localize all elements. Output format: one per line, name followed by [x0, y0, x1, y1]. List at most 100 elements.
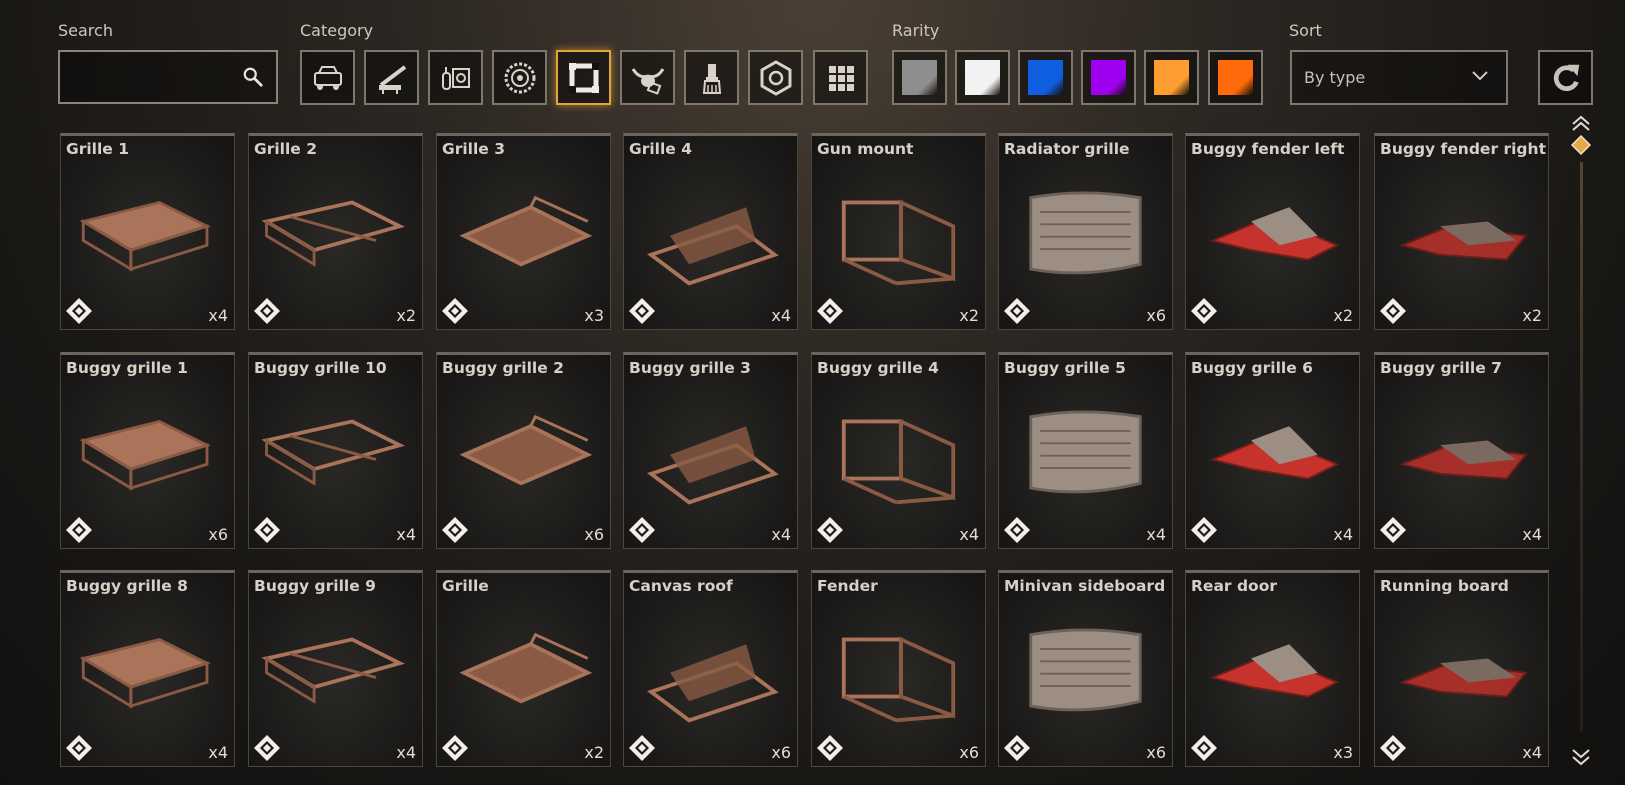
item-card[interactable]: Minivan sideboard x6	[998, 570, 1173, 767]
item-name: Grille 1	[66, 140, 129, 158]
rarity-filter-epic[interactable]	[1081, 50, 1136, 105]
category-filter-cannon[interactable]	[364, 50, 419, 105]
item-card[interactable]: Grille 1 x4	[60, 133, 235, 330]
part-type-icon	[629, 517, 655, 543]
rarity-filter-legendary[interactable]	[1144, 50, 1199, 105]
category-label: Category	[300, 21, 374, 40]
item-name: Grille 2	[254, 140, 317, 158]
item-card[interactable]: Rear door x3	[1185, 570, 1360, 767]
rarity-swatch-common	[902, 60, 937, 95]
category-filter-engine-parts[interactable]	[428, 50, 483, 105]
item-image	[79, 419, 211, 491]
item-card[interactable]: Buggy fender right x2	[1374, 133, 1549, 330]
item-quantity: x6	[1146, 306, 1166, 325]
part-type-icon	[817, 735, 843, 761]
grid-all-icon	[828, 65, 854, 91]
sort-dropdown[interactable]: By type	[1290, 50, 1508, 105]
cannon-icon	[378, 64, 406, 94]
rarity-filter-common[interactable]	[892, 50, 947, 105]
item-card[interactable]: Buggy grille 10 x4	[248, 352, 423, 549]
item-card[interactable]: Buggy grille 8 x4	[60, 570, 235, 767]
item-image	[459, 414, 593, 486]
item-card[interactable]: Radiator grille x6	[998, 133, 1173, 330]
car-body-icon	[313, 65, 342, 90]
item-card[interactable]: Running board x4	[1374, 570, 1549, 767]
scroll-up-icon[interactable]	[1568, 110, 1594, 160]
item-name: Gun mount	[817, 140, 914, 158]
category-filter-car-body[interactable]	[300, 50, 355, 105]
category-filter-paint-brush[interactable]	[684, 50, 739, 105]
category-filter-frame-parts[interactable]	[556, 50, 611, 105]
item-image	[1398, 221, 1528, 261]
item-name: Buggy grille 4	[817, 359, 939, 377]
search-input[interactable]	[58, 50, 278, 104]
scrollbar-track[interactable]	[1580, 162, 1583, 732]
item-card[interactable]: Fender x6	[811, 570, 986, 767]
item-quantity: x6	[584, 525, 604, 544]
part-type-icon	[629, 735, 655, 761]
item-card[interactable]: Buggy grille 2 x6	[436, 352, 611, 549]
rarity-swatch-relic	[1218, 60, 1253, 95]
part-type-icon	[1004, 517, 1030, 543]
reset-filters-button[interactable]	[1538, 50, 1593, 105]
item-card[interactable]: Canvas roof x6	[623, 570, 798, 767]
item-image	[841, 418, 956, 505]
item-quantity: x2	[396, 306, 416, 325]
item-image	[646, 207, 779, 286]
item-quantity: x3	[584, 306, 604, 325]
rarity-swatch-uncommon	[965, 60, 1000, 95]
item-card[interactable]: Buggy grille 9 x4	[248, 570, 423, 767]
item-card[interactable]: Gun mount x2	[811, 133, 986, 330]
item-card[interactable]: Grille 4 x4	[623, 133, 798, 330]
item-card[interactable]: Buggy grille 5 x4	[998, 352, 1173, 549]
item-image	[1029, 191, 1142, 275]
rarity-swatch-rare	[1028, 60, 1063, 95]
part-type-icon	[1380, 517, 1406, 543]
part-type-icon	[254, 298, 280, 324]
part-type-icon	[442, 517, 468, 543]
item-quantity: x4	[208, 306, 228, 325]
item-image	[261, 200, 406, 267]
item-card[interactable]: Buggy grille 1 x6	[60, 352, 235, 549]
item-quantity: x4	[1522, 525, 1542, 544]
item-name: Rear door	[1191, 577, 1277, 595]
item-card[interactable]: Buggy fender left x2	[1185, 133, 1360, 330]
item-quantity: x4	[1146, 525, 1166, 544]
item-quantity: x6	[771, 743, 791, 762]
rarity-label: Rarity	[892, 21, 940, 40]
item-card[interactable]: Buggy grille 4 x4	[811, 352, 986, 549]
item-card[interactable]: Buggy grille 6 x4	[1185, 352, 1360, 549]
item-name: Buggy fender left	[1191, 140, 1345, 158]
item-card[interactable]: Grille x2	[436, 570, 611, 767]
item-quantity: x2	[1333, 306, 1353, 325]
item-image	[841, 199, 956, 286]
item-quantity: x4	[1522, 743, 1542, 762]
part-type-icon	[66, 517, 92, 543]
part-type-icon	[1380, 735, 1406, 761]
sort-value: By type	[1304, 68, 1366, 87]
category-filter-grid-all[interactable]	[813, 50, 868, 105]
rarity-filter-uncommon[interactable]	[955, 50, 1010, 105]
part-type-icon	[442, 735, 468, 761]
rarity-filter-relic[interactable]	[1208, 50, 1263, 105]
item-card[interactable]: Buggy grille 7 x4	[1374, 352, 1549, 549]
item-quantity: x4	[771, 306, 791, 325]
item-card[interactable]: Grille 2 x2	[248, 133, 423, 330]
item-card[interactable]: Buggy grille 3 x4	[623, 352, 798, 549]
category-filter-resource-hex[interactable]	[748, 50, 803, 105]
item-card[interactable]: Grille 3 x3	[436, 133, 611, 330]
category-filter-wheel[interactable]	[492, 50, 547, 105]
part-type-icon	[442, 298, 468, 324]
category-filter-bull-horns[interactable]	[620, 50, 675, 105]
part-type-icon	[817, 517, 843, 543]
rarity-swatch-epic	[1091, 60, 1126, 95]
item-name: Minivan sideboard	[1004, 577, 1166, 595]
scroll-down-icon[interactable]	[1568, 742, 1594, 772]
item-image	[646, 426, 779, 505]
item-name: Fender	[817, 577, 878, 595]
item-name: Buggy grille 1	[66, 359, 188, 377]
rarity-filter-rare[interactable]	[1018, 50, 1073, 105]
chevron-down-icon	[1472, 71, 1488, 81]
search-icon	[243, 67, 263, 87]
item-name: Buggy grille 10	[254, 359, 387, 377]
